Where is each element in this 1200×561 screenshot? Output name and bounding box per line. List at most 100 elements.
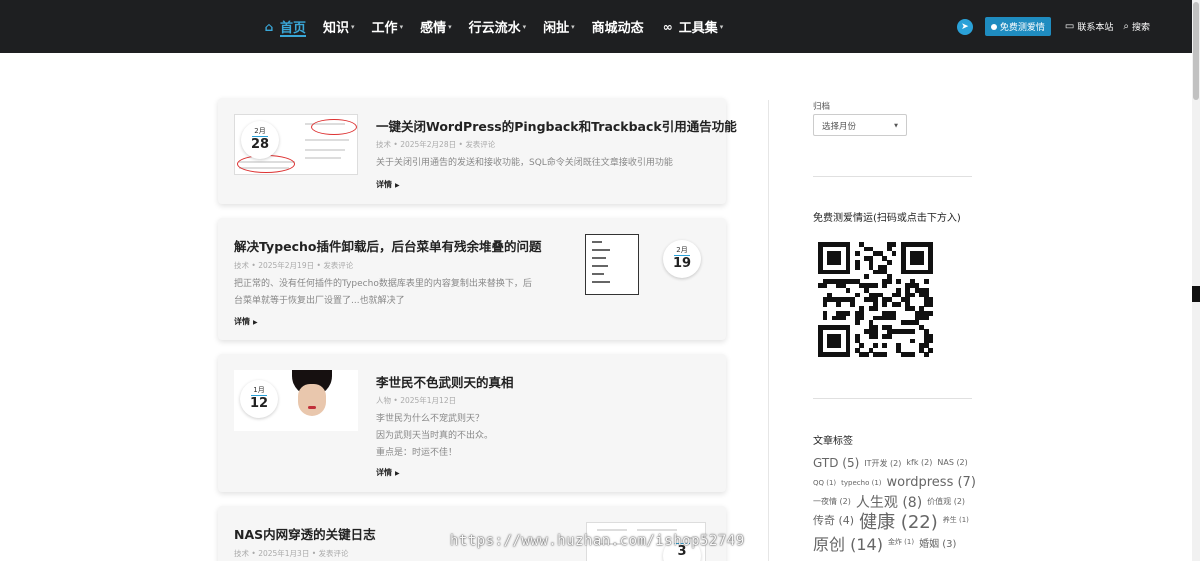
qr-module [891,242,897,247]
post-title[interactable]: 一键关闭WordPress的Pingback和Trackback引用通告功能 [376,116,737,135]
archive-label: 归档 [813,102,831,112]
tag-link[interactable]: 一夜情 (2) [813,496,851,507]
telegram-icon[interactable]: ➤ [956,18,973,35]
qr-module [882,283,888,289]
contact-link[interactable]: ▭ 联系本站 [1065,20,1113,33]
badge-month: 2月 [676,246,688,254]
post-thumbnail[interactable] [585,234,639,295]
top-right-actions: ➤ 免费测爱情 ▭ 联系本站 ⌕ 搜索 [956,0,1160,53]
post-category[interactable]: 人物 [376,396,391,405]
tag-link[interactable]: 健康 (22) [859,508,938,534]
qr-module [873,283,879,289]
post-meta: 技术 • 2025年2月28日 • 发表评论 [376,140,496,149]
nav-item-shop[interactable]: 商城动态 [592,0,644,53]
top-navbar: ⌂ 首页 知识 ▾ 工作 ▾ 感情 ▾ 行云流水 ▾ 闲扯 ▾ 商城动态 ∞ 工具集 ▾ ➤… [0,0,1200,53]
tag-link[interactable]: typecho (1) [841,479,881,487]
qr-module [850,301,856,307]
post-category[interactable]: 技术 [376,140,391,149]
home-icon: ⌂ [264,19,274,34]
post-excerpt: 李世民为什么不宠武则天？ 因为武则天当时真的不出众。 重点是：时运不佳！ [376,411,493,462]
archive-select-value: 选择月份 [822,122,857,132]
qr-module [887,278,892,284]
nav-item-tools[interactable]: ∞ 工具集 ▾ [661,0,724,53]
tag-link[interactable]: NAS (2) [937,458,967,467]
post-category[interactable]: 技术 [234,549,249,558]
qr-module [822,315,828,321]
post-comment-link[interactable]: 发表评论 [323,261,353,270]
qr-module [910,329,915,335]
qr-module [887,334,892,339]
post-excerpt: 关于关闭引用通告的发送和接收功能，SQL命令关闭既往文章接收引用功能 [376,155,673,172]
qr-module [928,269,934,275]
qr-module [854,320,860,326]
read-more-link[interactable]: 详情 ▶ [234,316,258,327]
post-thumbnail[interactable]: 2月 28 [234,114,358,175]
sidebar-divider [813,398,972,399]
qr-module [923,315,929,321]
qr-module [873,334,879,339]
excerpt-line: 因为武则天当时真的不出众。 [376,431,494,441]
qr-module [910,338,915,344]
badge-day: 19 [672,256,692,271]
chevron-down-icon: ▾ [522,22,527,31]
post-title[interactable]: 解决Typecho插件卸载后，后台菜单有残余堆叠的问题 [234,236,542,255]
page-scrollbar[interactable] [1192,0,1200,561]
chevron-down-icon: ▾ [571,22,575,31]
post-title[interactable]: 李世民不色武则天的真相 [376,372,514,391]
qr-module [882,343,888,349]
nav-item-chat[interactable]: 闲扯 ▾ [543,0,575,53]
tag-link[interactable]: 传奇 (4) [813,512,854,528]
tag-link[interactable]: IT开发 (2) [864,458,901,469]
chevron-down-icon: ▾ [448,22,452,31]
nav-item-knowledge[interactable]: 知识 ▾ [323,0,355,53]
tag-link[interactable]: 婚姻 (3) [919,535,956,550]
post-meta: 技术 • 2025年2月19日 • 发表评论 [234,261,354,270]
read-more-link[interactable]: 详情 ▶ [376,179,400,190]
post-comment-link[interactable]: 发表评论 [465,140,495,149]
post-date: 2025年1月12日 [400,396,457,405]
tag-link[interactable]: wordpress (7) [887,475,976,490]
promo-title: 免费测爱情运(扫码或点击下方入) [813,213,961,224]
qr-module [910,292,915,298]
tag-link[interactable]: QQ (1) [813,479,836,487]
qr-module [891,251,897,257]
post-card: 1月 12 李世民不色武则天的真相 人物 • 2025年1月12日 李世民为什么… [218,354,726,492]
search-link[interactable]: ⌕ 搜索 [1123,20,1150,33]
caret-right-icon: ▶ [253,319,258,326]
tag-link[interactable]: 养生 (1) [943,515,969,525]
post-thumbnail[interactable]: 1月 12 [234,370,358,431]
tag-link[interactable]: kfk (2) [906,458,932,467]
nav-item-flow[interactable]: 行云流水 ▾ [469,0,527,53]
side-float-tab[interactable] [1192,286,1200,302]
tag-link[interactable]: GTD (5) [813,456,859,470]
qr-module [873,343,879,349]
nav-item-work[interactable]: 工作 ▾ [372,0,404,53]
post-date: 2025年2月28日 [400,140,457,149]
tag-link[interactable]: 金炸 (1) [888,537,914,547]
post-category[interactable]: 技术 [234,261,249,270]
tag-link[interactable]: 价值观 (2) [927,496,965,507]
nav-label: 感情 [420,21,447,36]
post-meta: 人物 • 2025年1月12日 [376,396,457,405]
nav-item-home[interactable]: ⌂ 首页 [262,0,307,53]
tag-link[interactable]: 原创 (14) [813,531,883,555]
free-love-test-button[interactable]: 免费测爱情 [984,17,1051,36]
scrollbar-thumb[interactable] [1193,2,1199,100]
qr-module [891,315,897,321]
nav-item-emotion[interactable]: 感情 ▾ [420,0,452,53]
chevron-down-icon: ▾ [351,22,355,31]
qr-module [854,265,860,270]
qr-module [910,352,915,358]
post-title[interactable]: NAS内网穿透的关键日志 [234,524,376,543]
nav-label: 首页 [280,21,307,36]
free-button-label: 免费测爱情 [999,23,1045,33]
qr-module [845,352,851,358]
qr-code[interactable] [818,242,934,358]
qr-module [928,338,934,344]
archive-month-select[interactable]: 选择月份 ▼ [813,114,907,136]
nav-label: 工作 [371,21,398,36]
read-more-link[interactable]: 详情 ▶ [376,467,400,478]
post-date: 2025年2月19日 [258,261,315,270]
post-comment-link[interactable]: 发表评论 [319,549,349,558]
chevron-down-icon: ▾ [719,22,724,31]
